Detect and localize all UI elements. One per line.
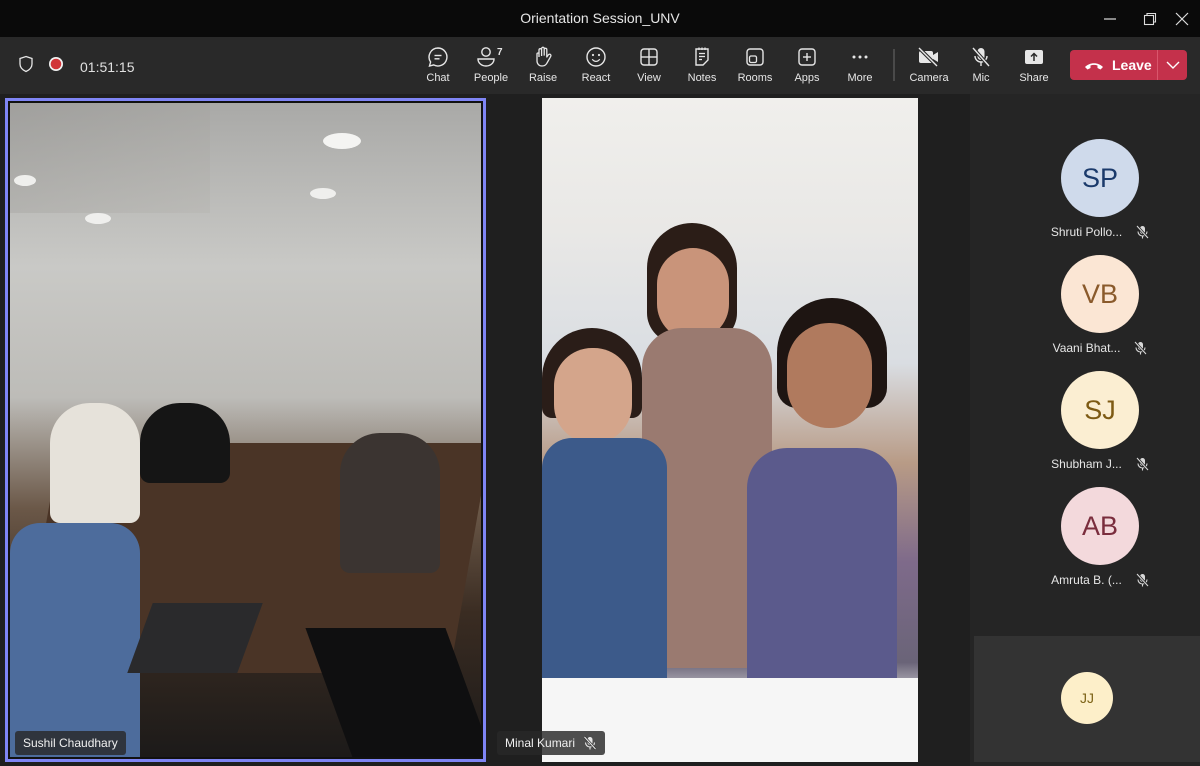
people-label: People bbox=[473, 72, 509, 84]
smiley-icon bbox=[585, 45, 607, 69]
participant-name: Amruta B. (... bbox=[1051, 573, 1122, 587]
raise-label: Raise bbox=[528, 72, 558, 84]
rooms-button[interactable]: Rooms bbox=[729, 45, 781, 89]
share-tray-icon bbox=[1023, 45, 1045, 69]
video-tile[interactable] bbox=[542, 98, 918, 762]
meeting-timer: 01:51:15 bbox=[80, 58, 135, 75]
avatar: SP bbox=[1061, 139, 1139, 217]
notes-button[interactable]: Notes bbox=[676, 45, 728, 89]
rooms-icon bbox=[744, 45, 766, 69]
camera-button[interactable]: Camera bbox=[903, 45, 955, 89]
shield-icon[interactable] bbox=[18, 55, 34, 78]
title-bar: Orientation Session_UNV bbox=[0, 0, 1200, 37]
participant-tile[interactable]: VB Vaani Bhat... bbox=[1020, 248, 1180, 363]
mic-muted-icon bbox=[583, 736, 597, 750]
apps-button[interactable]: Apps bbox=[781, 45, 833, 89]
camera-label: Camera bbox=[909, 72, 949, 84]
participant-video: Sushil Chaudhary bbox=[10, 103, 481, 757]
mic-muted-icon bbox=[1136, 225, 1150, 239]
self-avatar: JJ bbox=[1061, 672, 1113, 724]
video-tile-active-speaker[interactable]: Sushil Chaudhary bbox=[5, 98, 486, 762]
minimize-icon bbox=[1104, 17, 1116, 20]
notes-icon bbox=[691, 45, 713, 69]
chat-icon bbox=[427, 45, 449, 69]
mic-off-icon bbox=[970, 45, 992, 69]
participant-nameplate: Sushil Chaudhary bbox=[15, 731, 126, 755]
window-title: Orientation Session_UNV bbox=[520, 10, 680, 26]
leave-button-group: Leave bbox=[1070, 50, 1187, 80]
participant-tile[interactable]: SJ Shubham J... bbox=[1020, 364, 1180, 479]
camera-off-icon bbox=[917, 45, 941, 69]
chat-label: Chat bbox=[426, 72, 450, 84]
avatar: AB bbox=[1061, 487, 1139, 565]
react-label: React bbox=[581, 72, 611, 84]
toolbar-divider bbox=[893, 49, 895, 81]
mic-muted-icon bbox=[1135, 573, 1149, 587]
hang-up-phone-icon bbox=[1085, 63, 1103, 70]
people-count-badge: 7 bbox=[497, 47, 503, 58]
meeting-toolbar: 01:51:15 Chat 7 People Raise React View … bbox=[0, 37, 1200, 94]
participant-name: Sushil Chaudhary bbox=[23, 736, 118, 750]
raise-hand-button[interactable]: Raise bbox=[517, 45, 569, 89]
share-label: Share bbox=[1019, 72, 1049, 84]
more-label: More bbox=[847, 72, 873, 84]
more-dots-icon bbox=[849, 45, 871, 69]
view-button[interactable]: View bbox=[623, 45, 675, 89]
view-label: View bbox=[637, 72, 661, 84]
people-icon: 7 bbox=[476, 45, 506, 69]
chevron-down-icon bbox=[1166, 61, 1179, 69]
participant-name: Minal Kumari bbox=[505, 736, 576, 750]
close-icon bbox=[1175, 12, 1189, 25]
raise-hand-icon bbox=[532, 45, 554, 69]
minimize-button[interactable] bbox=[1088, 0, 1132, 37]
participant-name: Shubham J... bbox=[1051, 457, 1122, 471]
avatar: SJ bbox=[1061, 371, 1139, 449]
mic-muted-icon bbox=[1134, 341, 1148, 355]
grid-view-icon bbox=[638, 45, 660, 69]
participant-tile[interactable]: SP Shruti Pollo... bbox=[1020, 132, 1180, 247]
leave-options-dropdown[interactable] bbox=[1158, 50, 1187, 80]
apps-plus-icon bbox=[796, 45, 818, 69]
leave-label: Leave bbox=[1112, 57, 1152, 73]
mic-label: Mic bbox=[972, 72, 990, 84]
share-button[interactable]: Share bbox=[1008, 45, 1060, 89]
mic-muted-icon bbox=[1135, 457, 1149, 471]
participant-name: Vaani Bhat... bbox=[1052, 341, 1121, 355]
apps-label: Apps bbox=[794, 72, 820, 84]
mic-button[interactable]: Mic bbox=[955, 45, 1007, 89]
more-button[interactable]: More bbox=[834, 45, 886, 89]
recording-dot-icon bbox=[48, 56, 64, 77]
self-view-tile[interactable]: JJ bbox=[974, 636, 1200, 762]
leave-button[interactable]: Leave bbox=[1070, 50, 1158, 80]
chat-button[interactable]: Chat bbox=[412, 45, 464, 89]
participant-nameplate: Minal Kumari bbox=[497, 731, 606, 755]
participant-tile[interactable]: AB Amruta B. (... bbox=[1020, 480, 1180, 595]
rooms-label: Rooms bbox=[737, 72, 773, 84]
avatar: VB bbox=[1061, 255, 1139, 333]
close-button[interactable] bbox=[1160, 0, 1200, 37]
react-button[interactable]: React bbox=[570, 45, 622, 89]
participant-name: Shruti Pollo... bbox=[1050, 225, 1123, 239]
people-button[interactable]: 7 People bbox=[465, 45, 517, 89]
restore-icon bbox=[1143, 12, 1157, 25]
notes-label: Notes bbox=[687, 72, 717, 84]
